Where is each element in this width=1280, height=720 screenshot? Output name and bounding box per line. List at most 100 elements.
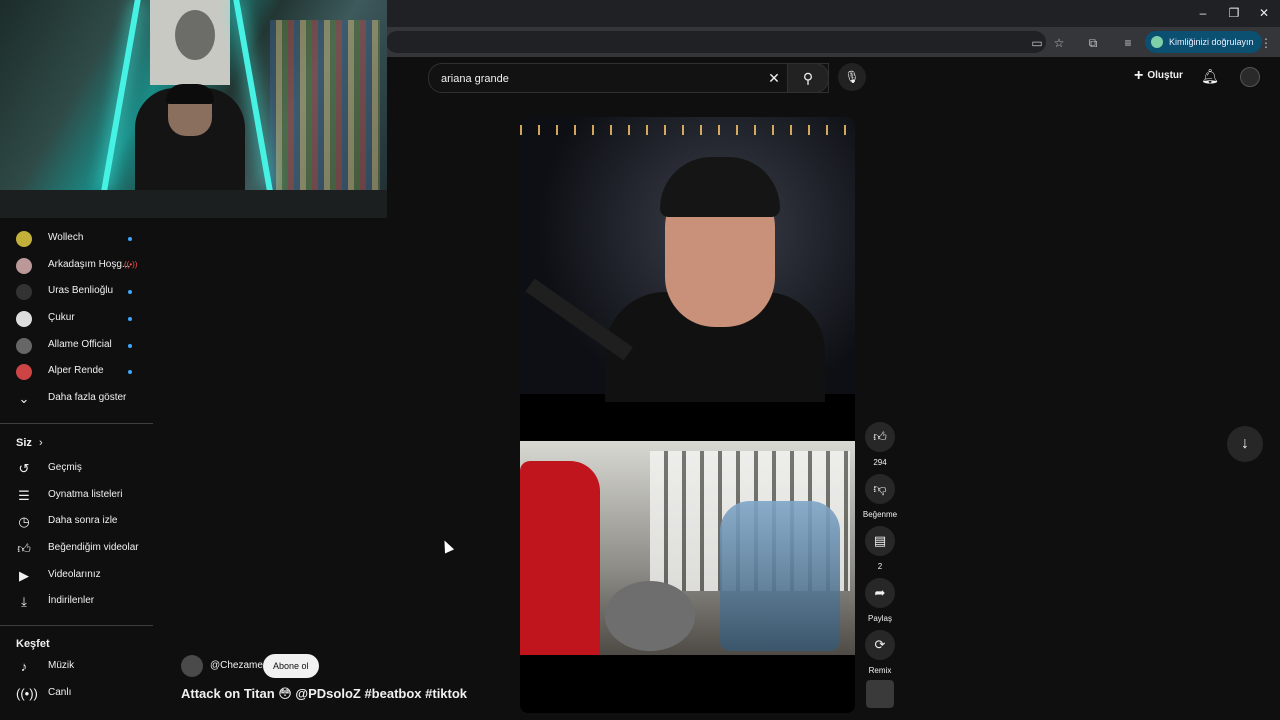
- mouse-cursor-icon: [439, 538, 455, 554]
- remix-icon[interactable]: ⟳: [865, 630, 895, 660]
- verify-identity-label: Kimliğinizi doğrulayın: [1169, 37, 1254, 47]
- your-videos-icon: ▶: [19, 568, 29, 583]
- sidebar-item-label: Videolarınız: [48, 569, 101, 580]
- search-button[interactable]: ⚲: [787, 63, 829, 93]
- channel-name[interactable]: @Chezame: [210, 660, 263, 671]
- sidebar-subscription-arkadasim[interactable]: Arkadaşım Hoşg... ((•)): [0, 253, 153, 279]
- share-label: Paylaş: [867, 614, 892, 623]
- channel-avatar: [16, 364, 32, 380]
- video-frame-reaction: [520, 117, 855, 402]
- sidebar-item-playlists[interactable]: ☰ Oynatma listeleri: [0, 483, 153, 509]
- channel-avatar: [16, 231, 32, 247]
- search-input[interactable]: [439, 68, 763, 90]
- sidebar-subscription-allame[interactable]: Allame Official: [0, 333, 153, 359]
- playlists-icon: ☰: [18, 488, 30, 503]
- sound-thumbnail[interactable]: [866, 680, 894, 708]
- sidebar-item-history[interactable]: ↺ Geçmiş: [0, 456, 153, 482]
- sidebar-divider: [0, 625, 153, 626]
- notifications-bell-icon[interactable]: 🔔︎: [1200, 66, 1220, 86]
- channel-avatar: [16, 338, 32, 354]
- sidebar-item-label: İndirilenler: [48, 595, 95, 606]
- like-action[interactable]: 👍︎ 294: [865, 422, 895, 467]
- chevron-right-icon: ›: [38, 437, 43, 449]
- comment-icon[interactable]: ▤: [865, 526, 895, 556]
- sidebar-you-heading[interactable]: Siz ›: [16, 437, 43, 449]
- watch-later-icon: ◷: [18, 514, 30, 529]
- sidebar-item-your-videos[interactable]: ▶ Videolarınız: [0, 563, 153, 589]
- channel-avatar: [16, 284, 32, 300]
- profile-icon: [1151, 36, 1163, 48]
- sidebar-item-label: Çukur: [48, 312, 75, 323]
- sidebar-item-liked-videos[interactable]: 👍︎ Beğendiğim videolar: [0, 536, 153, 562]
- sidebar-item-music[interactable]: ♪ Müzik: [0, 654, 153, 680]
- account-avatar[interactable]: [1240, 67, 1260, 87]
- address-bar[interactable]: [386, 31, 1046, 53]
- plus-icon: +: [1134, 67, 1144, 84]
- thumbs-up-icon: 👍︎: [17, 541, 31, 556]
- webcam-overlay: [0, 0, 387, 218]
- bookmark-star-icon[interactable]: ☆: [1051, 35, 1067, 51]
- thumbs-up-icon[interactable]: 👍︎: [865, 422, 895, 452]
- close-window-icon[interactable]: ✕: [1249, 4, 1279, 22]
- sidebar-item-downloads[interactable]: ⤓ İndirilenler: [0, 589, 153, 615]
- channel-avatar: [16, 311, 32, 327]
- clear-search-icon[interactable]: ✕: [765, 69, 783, 87]
- history-icon: ↺: [18, 461, 30, 476]
- sidebar-subscription-uras[interactable]: Uras Benlioğlu: [0, 279, 153, 305]
- new-content-dot: [128, 370, 132, 374]
- comment-count: 2: [877, 562, 883, 571]
- sidebar-item-label: Alper Rende: [48, 365, 104, 376]
- download-icon: ⤓: [21, 594, 27, 609]
- create-button[interactable]: + Oluştur: [1126, 63, 1191, 89]
- share-icon[interactable]: ➦: [865, 578, 895, 608]
- metal-pot: [605, 581, 695, 651]
- sidebar-item-live[interactable]: ((•)) Canlı: [0, 681, 153, 707]
- dislike-action[interactable]: 👎︎ Beğenme: [863, 474, 897, 519]
- reading-list-icon[interactable]: ≡: [1120, 35, 1136, 51]
- sidebar-item-watch-later[interactable]: ◷ Daha sonra izle: [0, 509, 153, 535]
- sidebar-item-label: Arkadaşım Hoşg...: [48, 259, 131, 270]
- chevron-down-icon: ⌄: [18, 391, 30, 406]
- arrow-down-icon: ↓: [1241, 435, 1249, 452]
- sidebar-item-label: Uras Benlioğlu: [48, 285, 114, 296]
- sidebar-item-label: Beğendiğim videolar: [48, 542, 139, 553]
- short-video-player[interactable]: [520, 117, 855, 713]
- sidebar-explore-heading: Keşfet: [16, 638, 50, 650]
- search-box: ✕: [428, 63, 829, 93]
- water-bottle: [720, 501, 840, 651]
- live-broadcast-icon: ((•)): [16, 686, 38, 701]
- channel-avatar[interactable]: [181, 655, 203, 677]
- share-action[interactable]: ➦ Paylaş: [865, 578, 895, 623]
- webcam-desk: [0, 190, 387, 218]
- video-caption: Attack on Titan 😳 @PDsoloZ #beatbox #tik…: [181, 686, 468, 701]
- browser-menu-icon[interactable]: ⋮: [1258, 35, 1274, 51]
- voice-search-button[interactable]: 🎙︎: [838, 63, 866, 91]
- string-lights: [520, 125, 855, 135]
- sidebar-subscription-alper[interactable]: Alper Rende: [0, 359, 153, 385]
- remix-action[interactable]: ⟳ Remix: [865, 630, 895, 675]
- sidebar-subscription-wollech[interactable]: Wollech: [0, 226, 153, 252]
- new-content-dot: [128, 290, 132, 294]
- sidebar-item-label: Canlı: [48, 687, 72, 698]
- thumbs-down-icon[interactable]: 👎︎: [865, 474, 895, 504]
- music-note-icon: ♪: [20, 659, 28, 674]
- red-cloak: [520, 461, 600, 655]
- sidebar-subscription-cukur[interactable]: Çukur: [0, 306, 153, 332]
- sidebar-show-more[interactable]: ⌄ Daha fazla göster: [0, 386, 153, 412]
- subscribe-button[interactable]: Abone ol: [263, 654, 319, 678]
- verify-identity-button[interactable]: Kimliğinizi doğrulayın: [1145, 31, 1262, 53]
- remix-label: Remix: [868, 666, 892, 675]
- section-heading-label: Siz: [16, 437, 32, 449]
- channel-avatar: [16, 258, 32, 274]
- install-app-icon[interactable]: ▭: [1029, 35, 1045, 51]
- webcam-poster-portrait: [175, 10, 215, 60]
- extensions-icon[interactable]: ⧉: [1085, 35, 1101, 51]
- next-short-button[interactable]: ↓: [1227, 426, 1263, 462]
- minimize-icon[interactable]: –: [1188, 4, 1218, 22]
- maximize-icon[interactable]: ❐: [1219, 4, 1249, 22]
- new-content-dot: [128, 317, 132, 321]
- live-icon: ((•)): [124, 260, 138, 269]
- comments-action[interactable]: ▤ 2: [865, 526, 895, 571]
- sidebar-item-label: Müzik: [48, 660, 75, 671]
- sidebar-item-label: Daha fazla göster: [48, 392, 127, 403]
